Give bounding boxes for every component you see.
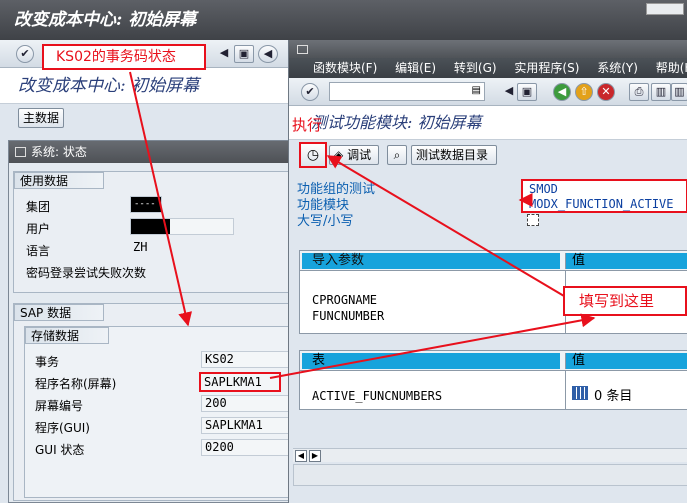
arrow-ks02-to-program: [129, 71, 193, 327]
arrow-fill-to-module: [326, 155, 565, 297]
annotation-arrows: [129, 71, 596, 379]
arrow-program-to-fill: [269, 313, 596, 379]
